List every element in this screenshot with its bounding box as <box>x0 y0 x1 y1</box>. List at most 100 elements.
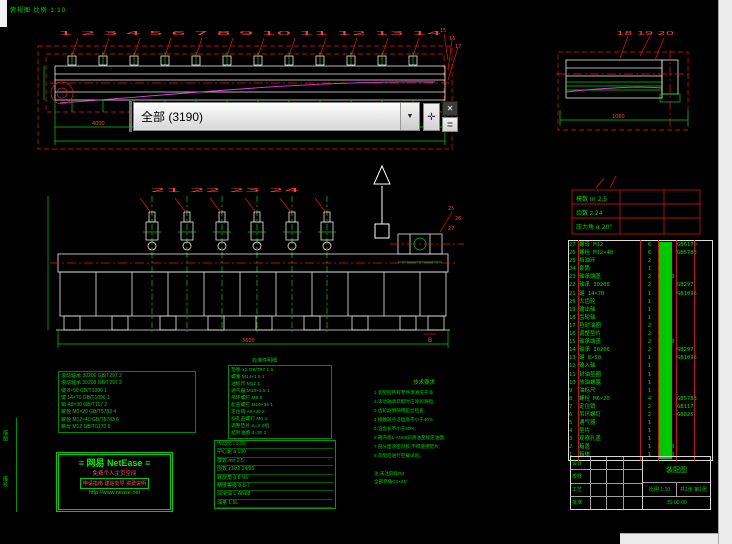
netease-url: http://www.nease.net <box>88 490 141 496</box>
table-row: 吊环螺钉 M8 2 <box>231 396 263 401</box>
svg-text:25: 25 <box>448 206 454 212</box>
drawing-name: 装配图 <box>643 457 710 483</box>
table-row: 视孔盖螺钉 M6 4 <box>231 417 267 422</box>
plan-balloon-row: 1 2 3 4 5 6 7 8 9 10 11 12 13 14 <box>58 31 442 37</box>
svg-text:15: 15 <box>440 28 446 34</box>
title-block: 设计 校核 工艺 批准 装配图 比例 1:10 共1张 第1张 JS-00-00 <box>570 456 711 510</box>
margin-label: 描图 <box>2 430 8 442</box>
front-dim: 3600 <box>242 338 255 344</box>
parts-list-green-band <box>659 242 672 459</box>
technical-notes: 技术要求 1.装配前所有零件须清洗干净; 2.滚动轴承装配时应涂润滑脂; 3.齿轮副… <box>374 379 474 460</box>
svg-text:压力角 α 20°: 压力角 α 20° <box>576 223 612 231</box>
parts-list-divider <box>694 240 695 461</box>
table-row: 螺栓 M12×40 GB/T5783 6 <box>61 416 119 423</box>
front-view: 21 22 23 24 25 26 27 3600 B <box>47 188 464 348</box>
table-row: 销 A8×30 GB/T117 2 <box>61 402 108 409</box>
netease-inner-box: 申请指南·建站向导·资费说明 <box>79 478 150 489</box>
table-row: 键 8×50 GB/T1096 1 <box>61 387 108 394</box>
chevron-down-icon: ▼ <box>406 113 414 120</box>
netease-subtitle: 免费个人主页空间 <box>92 471 137 477</box>
note-line: 注:未注圆角R3 <box>374 471 405 476</box>
note-line: 全部倒角C1×45° <box>374 479 408 484</box>
crosshair-pickbox <box>374 223 390 239</box>
table-row: 精度等级 8-8-7 <box>217 483 333 492</box>
selection-filter-value: 全部 (3190) <box>141 110 204 124</box>
section-arrow <box>373 164 391 224</box>
netease-watermark: ≡ 网易 NetEase ≡ 免费个人主页空间 申请指南·建站向导·资费说明 h… <box>56 452 173 512</box>
note-line: 4.接触斑点沿齿高不小于40%; <box>374 417 435 422</box>
title-block-row: 工艺 <box>571 483 642 497</box>
note-line: 2.滚动轴承装配时应涂润滑脂; <box>374 399 435 404</box>
svg-text:27: 27 <box>448 226 454 232</box>
aux-balloon-row: 18 19 20 <box>616 31 674 37</box>
note-line: 6.箱内装L-AN68润滑油至规定油面; <box>374 435 446 440</box>
drawing-scale: 比例 1:10 <box>643 483 677 496</box>
front-balloon-row: 21 22 23 24 <box>150 188 300 194</box>
netease-title: ≡ 网易 NetEase ≡ <box>78 458 151 468</box>
combo-dropdown-button[interactable]: ▼ <box>400 103 419 130</box>
table-row: 滚动轴承 30206 GB/T297 2 <box>61 373 122 379</box>
table-row: 中心距 a 160 <box>217 449 333 458</box>
table-row: 滚动轴承 30208 GB/T297 2 <box>61 380 122 387</box>
close-icon: ✕ <box>446 104 454 113</box>
note-line: 5.沿齿长不小于50%; <box>374 426 416 431</box>
table-row: 油标尺 M12 1 <box>231 382 261 387</box>
svg-text:26: 26 <box>455 216 461 222</box>
aux-dim: 1060 <box>612 114 625 120</box>
standard-parts-table: 滚动轴承 30206 GB/T297 2 滚动轴承 30208 GB/T297 2… <box>58 371 196 434</box>
cad-viewport[interactable]: 1 2 3 4 5 6 7 8 9 10 11 12 13 14 15 16 1… <box>0 0 732 544</box>
table-row: 模数 mn 2.5 <box>217 458 333 467</box>
drawing-sheet: 共1张 第1张 <box>680 487 707 493</box>
gear-parameter-table: 模数 m 2.5 齿数 z 24 压力角 α 20° <box>571 175 701 235</box>
status-note: 俯视图 比例 1:10 <box>10 8 67 14</box>
table-row: 润滑油 L-AN68 <box>217 491 333 500</box>
frame-line <box>16 418 17 512</box>
table-row: 螺旋角 β 8°06′ <box>217 475 333 484</box>
parts-list-divider <box>578 240 579 461</box>
table-row: 键 14×70 GB/T1096 1 <box>61 394 110 401</box>
parts-list-divider <box>676 240 677 461</box>
table-row: 油量 1.5L <box>217 500 333 509</box>
table-row: 螺栓 M6×20 GB/T5783 4 <box>61 409 117 416</box>
toggle-pickadd-button[interactable]: ✛ <box>423 103 440 131</box>
vertical-scrollbar[interactable] <box>718 0 732 544</box>
detail-table: 垫圈 12 GB/T97.1 6 螺塞 M14×1.5 1 油标尺 M12 1 通气器… <box>228 365 332 439</box>
table-row: 调整垫片 Δ=2 2组 <box>231 424 269 429</box>
spec-table: 传动比 i 3.95 中心距 a 160 模数 mn 2.5 齿数 z1/z2 24/… <box>214 440 336 510</box>
notes-title: 技术要求 <box>412 380 435 386</box>
aux-view: 18 19 20 1060 <box>556 31 692 131</box>
note-line: 1.装配前所有零件须清洗干净; <box>374 390 435 395</box>
horizontal-scrollbar[interactable] <box>620 533 718 544</box>
svg-text:齿数 z 24: 齿数 z 24 <box>576 209 603 217</box>
pickadd-icon: ✛ <box>427 111 436 123</box>
title-block-row: 设计 <box>571 457 642 471</box>
note-line: 8.装配后进行空载试验。 <box>374 453 424 458</box>
palette-edge <box>129 101 132 132</box>
quick-select-button[interactable]: ≣ <box>442 117 458 132</box>
table-row: 毡封油圈 d=30 2 <box>231 431 267 436</box>
window-corner-sliver <box>0 0 7 27</box>
parts-list-divider <box>640 240 641 461</box>
table-row: 传动比 i 3.95 <box>217 441 333 450</box>
drawing-number: JS-00-00 <box>666 500 687 506</box>
table-row: 齿数 z1/z2 24/95 <box>217 466 333 475</box>
palette-close-button[interactable]: ✕ <box>442 101 458 116</box>
svg-text:模数 m 2.5: 模数 m 2.5 <box>576 195 607 203</box>
svg-text:17: 17 <box>455 44 461 50</box>
note-line: 7.剖分面涂密封胶,不得使用垫片; <box>374 444 441 449</box>
title-block-row: 校核 <box>571 470 642 484</box>
plan-dim: 4000 <box>92 121 105 127</box>
table-row: 通气器 M18×1.5 1 <box>231 389 270 394</box>
margin-label: 描校 <box>2 476 8 488</box>
svg-text:16: 16 <box>449 36 455 42</box>
table-row: 起盖螺钉 M10×35 1 <box>231 403 273 408</box>
table-row: 垫圈 12 GB/T97.1 6 <box>231 368 274 373</box>
table-row: 螺塞 M14×1.5 1 <box>231 375 265 380</box>
title-block-row: 批准 <box>571 496 642 509</box>
quick-select-icon: ≣ <box>446 120 454 129</box>
note-line: 3.齿轮副侧隙用铅丝检查; <box>374 408 426 413</box>
section-label: B <box>428 337 432 344</box>
notes-footer: 注:未注圆角R3 全部倒角C1×45° <box>374 470 466 486</box>
detail-table-title: 标准件明细 <box>252 358 278 364</box>
selection-filter-combobox[interactable]: 全部 (3190) ▼ <box>133 102 420 131</box>
